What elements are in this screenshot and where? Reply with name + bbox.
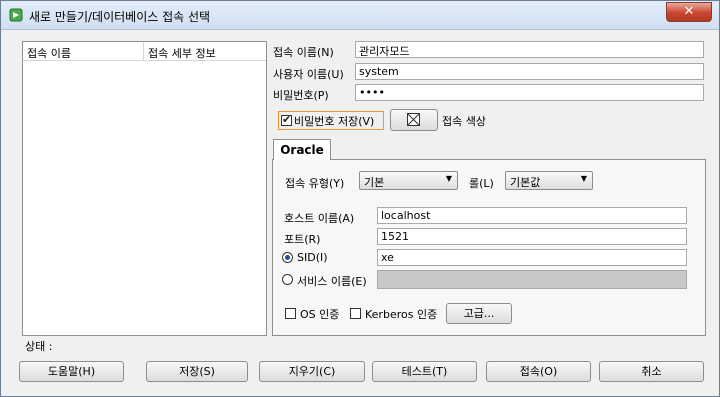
- host-label: 호스트 이름(A): [284, 212, 355, 225]
- dialog-window: 새로 만들기/데이터베이스 접속 선택 ✕ 접속 이름 접속 세부 정보 접속 …: [0, 0, 720, 397]
- column-header-name[interactable]: 접속 이름: [27, 45, 71, 61]
- window-title: 새로 만들기/데이터베이스 접속 선택: [29, 10, 211, 24]
- os-auth-label: OS 인증: [300, 308, 340, 321]
- color-picker-icon: [407, 113, 420, 126]
- column-header-details[interactable]: 접속 세부 정보: [148, 45, 216, 61]
- save-password-label: 비밀번호 저장(V): [294, 115, 375, 128]
- advanced-button[interactable]: 고급...: [446, 303, 512, 324]
- test-button[interactable]: 테스트(T): [372, 361, 477, 382]
- conn-name-label: 접속 이름(N): [273, 46, 334, 59]
- password-label: 비밀번호(P): [273, 89, 329, 102]
- sid-radio[interactable]: [282, 252, 293, 263]
- kerberos-auth-label: Kerberos 인증: [365, 308, 438, 321]
- port-label: 포트(R): [284, 233, 321, 246]
- conn-name-input[interactable]: 관리자모드: [355, 41, 704, 58]
- password-input[interactable]: ••••: [355, 84, 704, 101]
- list-header: 접속 이름 접속 세부 정보: [23, 42, 266, 61]
- tab-oracle[interactable]: Oracle: [273, 139, 331, 160]
- sid-input[interactable]: xe: [377, 249, 687, 266]
- role-label: 롤(L): [469, 177, 494, 190]
- username-label: 사용자 이름(U): [273, 68, 344, 81]
- title-bar: 새로 만들기/데이터베이스 접속 선택 ✕: [1, 1, 719, 30]
- port-input[interactable]: 1521: [377, 228, 687, 245]
- username-input[interactable]: system: [355, 63, 704, 80]
- connection-color-label: 접속 색상: [442, 115, 486, 128]
- save-password-checkbox[interactable]: ✔: [281, 113, 292, 126]
- role-select[interactable]: 기본값 ▼: [505, 171, 593, 190]
- connect-button[interactable]: 접속(O): [486, 361, 591, 382]
- database-app-icon: [9, 8, 23, 22]
- service-name-label: 서비스 이름(E): [297, 275, 367, 288]
- connection-list[interactable]: 접속 이름 접속 세부 정보: [22, 41, 267, 336]
- connection-type-label: 접속 유형(Y): [285, 177, 345, 190]
- service-name-radio[interactable]: [282, 274, 293, 285]
- connection-color-button[interactable]: [390, 109, 438, 131]
- checkmark-icon: ✔: [282, 113, 292, 126]
- kerberos-auth-checkbox[interactable]: [350, 308, 361, 319]
- radio-selected-dot: [285, 255, 290, 260]
- cancel-button[interactable]: 취소: [599, 361, 704, 382]
- help-button[interactable]: 도움말(H): [19, 361, 124, 382]
- connection-type-value: 기본: [364, 176, 385, 189]
- sid-label: SID(I): [297, 251, 328, 264]
- status-label: 상태 :: [25, 340, 53, 353]
- role-value: 기본값: [510, 176, 541, 189]
- save-button[interactable]: 저장(S): [146, 361, 248, 382]
- dropdown-arrow-icon: ▼: [445, 174, 452, 183]
- dropdown-arrow-icon: ▼: [580, 174, 587, 183]
- connection-type-select[interactable]: 기본 ▼: [359, 171, 458, 190]
- os-auth-checkbox[interactable]: [285, 308, 296, 319]
- service-name-input: [377, 270, 687, 289]
- column-separator: [143, 42, 144, 60]
- host-input[interactable]: localhost: [377, 207, 687, 224]
- clear-button[interactable]: 지우기(C): [259, 361, 365, 382]
- close-button[interactable]: ✕: [666, 2, 712, 22]
